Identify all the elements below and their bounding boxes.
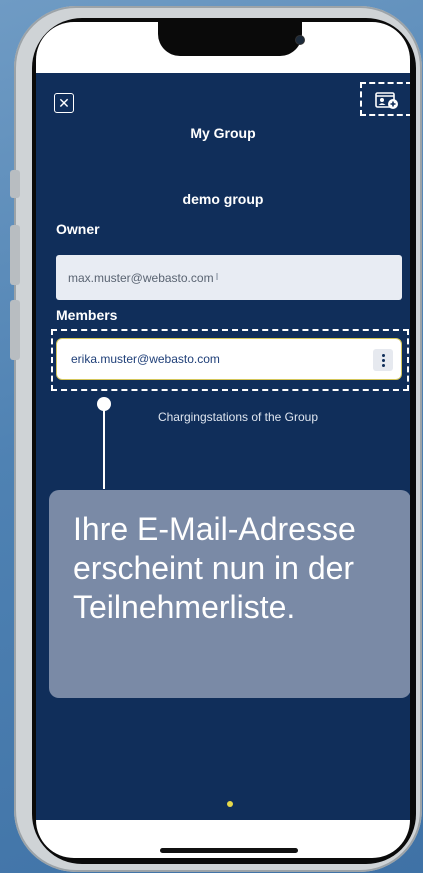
add-member-button[interactable] (360, 82, 410, 116)
owner-email-field: max.muster@webasto.com I (56, 255, 402, 300)
owner-email: max.muster@webasto.com (68, 270, 214, 285)
camera-icon (296, 36, 304, 44)
phone-volume-down (10, 300, 20, 360)
page-title: My Group (190, 125, 256, 141)
home-indicator (160, 848, 298, 853)
add-group-member-icon (375, 92, 398, 109)
members-label: Members (56, 307, 118, 323)
member-list-item[interactable]: erika.muster@webasto.com (56, 338, 402, 380)
my-group-screen: ✕ My Group demo group Owner max.muster@w… (36, 73, 410, 820)
text-cursor-icon: I (215, 272, 219, 283)
group-name: demo group (182, 191, 264, 207)
callout-pointer-dot (97, 397, 111, 411)
phone-screen: ✕ My Group demo group Owner max.muster@w… (36, 22, 410, 858)
charging-stations-link[interactable]: Chargingstations of the Group (36, 410, 410, 424)
owner-label: Owner (56, 221, 100, 237)
close-icon[interactable]: ✕ (54, 93, 74, 113)
more-options-icon[interactable] (373, 349, 393, 371)
member-email: erika.muster@webasto.com (71, 352, 220, 366)
phone-notch (158, 22, 304, 56)
phone-side-button (10, 170, 20, 198)
phone-volume-up (10, 225, 20, 285)
tutorial-callout: Ihre E-Mail-Adresse erscheint nun in der… (49, 490, 410, 698)
page-indicator (227, 801, 233, 807)
